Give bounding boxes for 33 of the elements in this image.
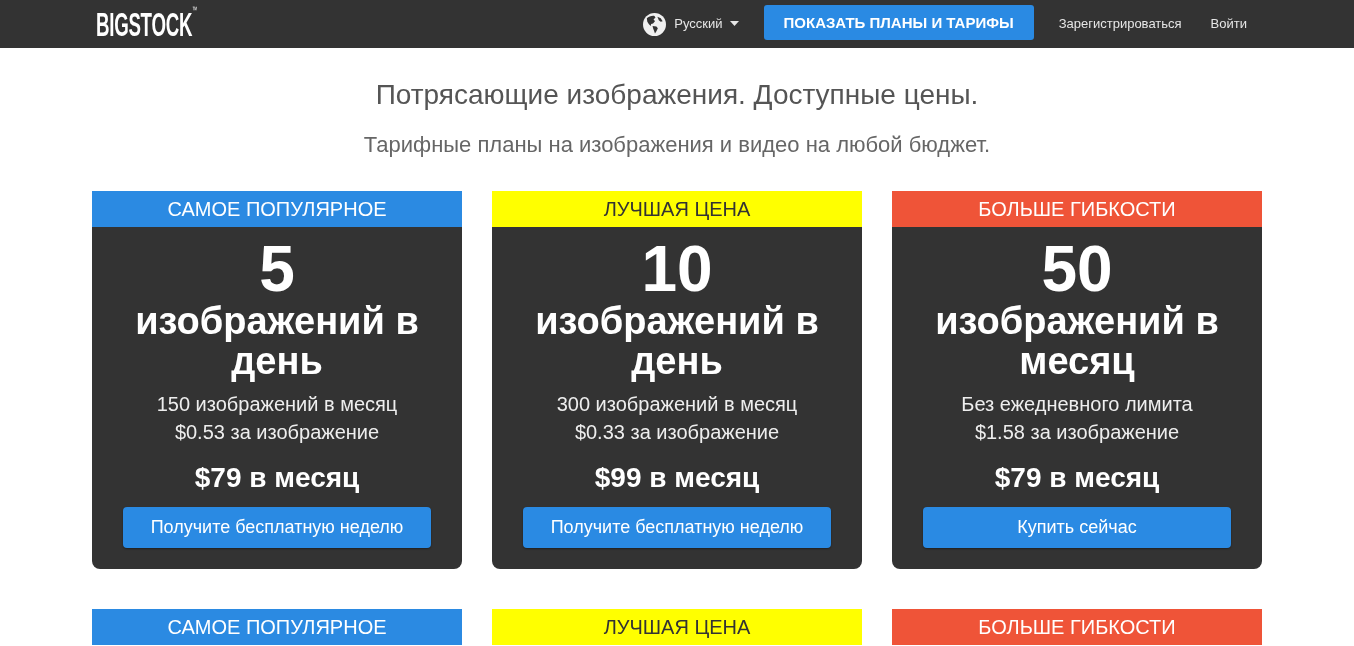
plan-label-banner: ЛУЧШАЯ ЦЕНА — [492, 609, 862, 645]
page-subtitle: Тарифные планы на изображения и видео на любой бюджет. — [362, 131, 992, 159]
plan-label-banner: САМОЕ ПОПУЛЯРНОЕ — [92, 191, 462, 227]
caret-icon — [729, 20, 739, 26]
nav-link[interactable]: Зарегистрироваться — [1058, 14, 1182, 34]
plan-label-banner: ЛУЧШАЯ ЦЕНА — [492, 191, 862, 227]
plan-price: $79 в месяц — [193, 461, 361, 495]
plan-detail: 300 изображений в месяц — [555, 392, 799, 417]
plan-detail: Без ежедневного лимита — [960, 392, 1194, 417]
page-title: Потрясающие изображения. Доступные цены. — [374, 78, 980, 112]
plan-unit: изображений в месяц — [934, 301, 1220, 381]
plan-button[interactable]: Получите бесплатную неделю — [523, 507, 831, 548]
plan-price: $99 в месяц — [593, 461, 761, 495]
plan-label-banner: САМОЕ ПОПУЛЯРНОЕ — [92, 609, 462, 645]
nav-link[interactable]: Войти — [1210, 14, 1247, 34]
plan-detail: $0.33 за изображение — [573, 420, 781, 445]
plan-amount: 5 — [258, 237, 296, 301]
logo[interactable]: BIGSTOCK$^{™}$ — [96, 7, 198, 41]
plan-price: $79 в месяц — [993, 461, 1161, 495]
plan-label-banner: БОЛЬШЕ ГИБКОСТИ — [892, 609, 1262, 645]
plan-detail: 150 изображений в месяц — [155, 392, 399, 417]
language-dropdown[interactable]: Русский — [643, 12, 739, 36]
plan-detail: $0.53 за изображение — [173, 420, 381, 445]
globe-icon — [643, 12, 667, 36]
plan-button[interactable]: Купить сейчас — [923, 507, 1231, 548]
plan-amount: 50 — [1040, 237, 1114, 301]
plan-amount: 10 — [640, 237, 714, 301]
plan-detail: $1.58 за изображение — [973, 420, 1181, 445]
plan-unit: изображений в день — [134, 301, 420, 381]
plan-label-banner: БОЛЬШЕ ГИБКОСТИ — [892, 191, 1262, 227]
plan-unit: изображений в день — [534, 301, 820, 381]
plan-button[interactable]: Получите бесплатную неделю — [123, 507, 431, 548]
show-plans-button[interactable]: ПОКАЗАТЬ ПЛАНЫ И ТАРИФЫ — [763, 5, 1034, 40]
